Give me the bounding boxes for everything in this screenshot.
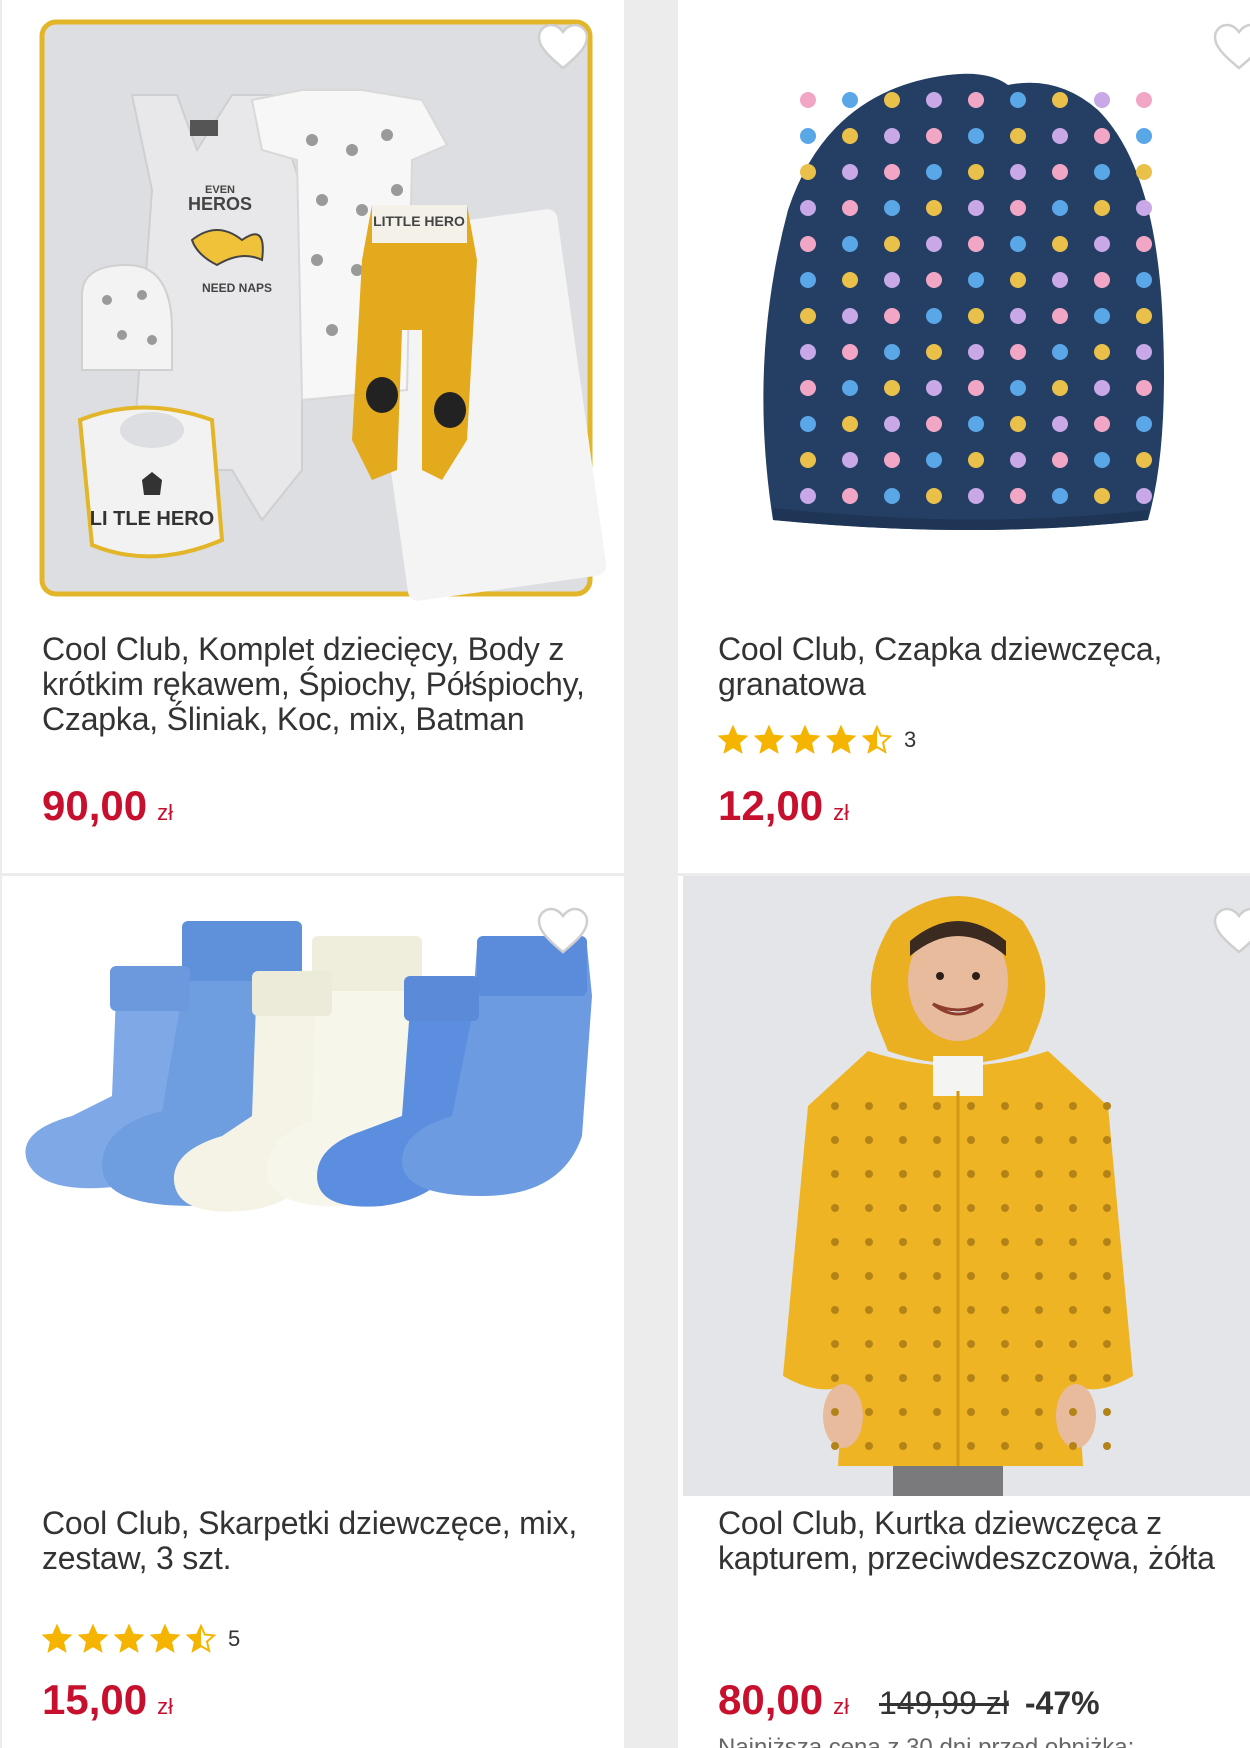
product-title[interactable]: Cool Club, Kurtka dziewczęca z kapturem,… xyxy=(718,1506,1218,1576)
star-half-icon xyxy=(186,1624,216,1653)
rating-count: 5 xyxy=(228,1626,241,1651)
price-block: 80,00 zł 149,99 zł -47% xyxy=(718,1676,1100,1724)
rating-count: 3 xyxy=(904,727,917,752)
price-currency: zł xyxy=(157,800,173,825)
product-image[interactable] xyxy=(678,876,1250,1496)
leggings-print-text: LITTLE HERO xyxy=(373,213,465,229)
favorite-heart-icon[interactable] xyxy=(1212,906,1250,956)
price-currency: zł xyxy=(157,1694,173,1719)
product-title[interactable]: Cool Club, Czapka dziewczęca, granatowa xyxy=(718,632,1250,702)
product-card[interactable]: HEROS EVEN NEED NAPS LITTLE HERO LI TLE … xyxy=(2,0,624,873)
rating[interactable]: 3 xyxy=(718,725,916,755)
bib-print-text: LI TLE HERO xyxy=(90,508,214,530)
price-currency: zł xyxy=(833,800,849,825)
product-image[interactable]: HEROS EVEN NEED NAPS LITTLE HERO LI TLE … xyxy=(2,0,624,620)
romper-print-text-top: EVEN xyxy=(205,184,235,196)
favorite-heart-icon[interactable] xyxy=(536,906,590,956)
star-full-icon xyxy=(78,1624,108,1653)
product-image[interactable] xyxy=(2,876,624,1496)
discount-badge: -47% xyxy=(1024,1685,1100,1721)
price-block: 12,00 zł xyxy=(718,782,849,830)
product-card[interactable]: Cool Club, Czapka dziewczęca, granatowa … xyxy=(678,0,1250,873)
product-image[interactable] xyxy=(678,0,1250,620)
product-card[interactable]: Cool Club, Kurtka dziewczęca z kapturem,… xyxy=(678,876,1250,1748)
product-title[interactable]: Cool Club, Komplet dziecięcy, Body z kró… xyxy=(42,632,592,737)
price-value: 90,00 xyxy=(42,782,148,829)
lowest-price-note: Najniższa cena z 30 dni przed obniżką: xyxy=(718,1734,1135,1748)
star-full-icon xyxy=(150,1624,180,1653)
star-full-icon xyxy=(754,725,784,754)
price-block: 15,00 zł xyxy=(42,1676,173,1724)
star-full-icon xyxy=(790,725,820,754)
price-value: 15,00 xyxy=(42,1676,148,1723)
price-currency: zł xyxy=(833,1694,849,1719)
old-price: 149,99 zł xyxy=(879,1685,1009,1721)
star-full-icon xyxy=(42,1624,72,1653)
product-card[interactable]: Cool Club, Skarpetki dziewczęce, mix, ze… xyxy=(2,876,624,1748)
romper-print-text: HEROS xyxy=(188,194,252,214)
price-block: 90,00 zł xyxy=(42,782,173,830)
rating-stars xyxy=(42,1624,216,1654)
price-value: 80,00 xyxy=(718,1676,824,1723)
star-full-icon xyxy=(718,725,748,754)
price-value: 12,00 xyxy=(718,782,824,829)
product-title[interactable]: Cool Club, Skarpetki dziewczęce, mix, ze… xyxy=(42,1506,592,1576)
rating[interactable]: 5 xyxy=(42,1624,240,1654)
romper-print-text-bottom: NEED NAPS xyxy=(202,281,272,295)
favorite-heart-icon[interactable] xyxy=(536,22,590,72)
favorite-heart-icon[interactable] xyxy=(1212,22,1250,72)
star-full-icon xyxy=(826,725,856,754)
star-half-icon xyxy=(862,725,892,754)
rating-stars xyxy=(718,725,892,755)
star-full-icon xyxy=(114,1624,144,1653)
